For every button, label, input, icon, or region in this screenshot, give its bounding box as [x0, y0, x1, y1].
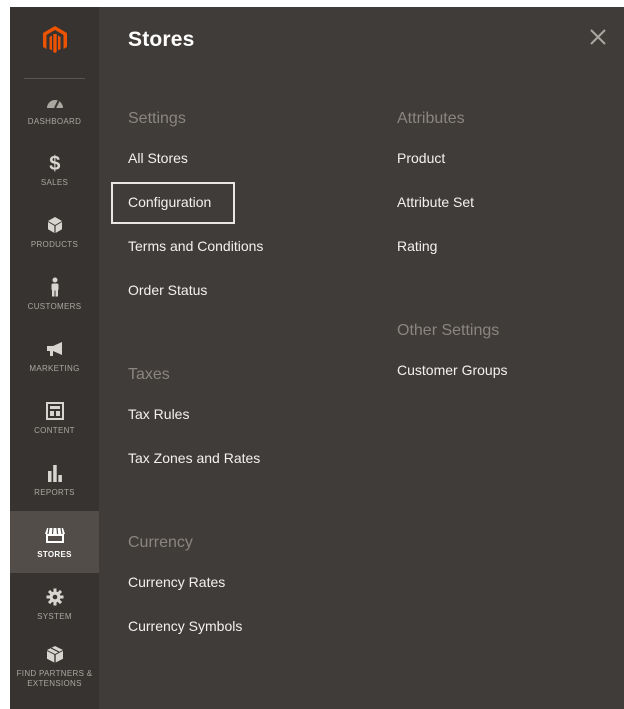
sidebar-item-stores[interactable]: STORES [10, 511, 99, 573]
section-title: Currency [128, 534, 193, 551]
section-taxes: Taxes Tax Rules Tax Zones and Rates [128, 363, 263, 493]
stores-menu-panel: Stores Settings All Stores Configuration… [99, 7, 624, 709]
section-attributes: Attributes Product Attribute Set Rating [397, 107, 507, 281]
megaphone-icon [44, 338, 66, 360]
section-title: Taxes [128, 366, 170, 383]
section-settings: Settings All Stores Configuration Terms … [111, 107, 263, 325]
section-title: Attributes [397, 110, 465, 127]
sidebar-item-label: PRODUCTS [30, 240, 79, 249]
box-icon [44, 643, 66, 665]
sidebar-item-label: FIND PARTNERS & EXTENSIONS [16, 669, 93, 688]
link-currency-symbols[interactable]: Currency Symbols [128, 617, 263, 661]
highlight-box [111, 182, 235, 224]
sidebar-item-marketing[interactable]: MARKETING [10, 325, 99, 387]
sidebar-item-sales[interactable]: $ SALES [10, 139, 99, 201]
logo-area [24, 7, 85, 79]
link-order-status[interactable]: Order Status [128, 281, 263, 325]
right-column: Attributes Product Attribute Set Rating … [397, 107, 507, 405]
person-icon [44, 276, 66, 298]
link-terms-and-conditions[interactable]: Terms and Conditions [128, 237, 263, 281]
admin-frame: DASHBOARD $ SALES PRODUCTS CUSTOMERS MAR… [10, 7, 624, 709]
svg-text:$: $ [49, 153, 60, 173]
dollar-icon: $ [44, 152, 66, 174]
storefront-icon [44, 524, 66, 546]
sidebar-item-label: CUSTOMERS [27, 302, 82, 311]
sidebar-item-label: MARKETING [29, 364, 80, 373]
layout-icon [44, 400, 66, 422]
link-tax-zones-and-rates[interactable]: Tax Zones and Rates [128, 449, 263, 493]
sidebar-item-label: SYSTEM [37, 612, 72, 621]
sidebar-item-customers[interactable]: CUSTOMERS [10, 263, 99, 325]
dashboard-icon [44, 91, 66, 113]
sidebar-item-label: STORES [37, 550, 72, 559]
section-title: Settings [128, 110, 186, 127]
sidebar-item-label: CONTENT [34, 426, 75, 435]
link-configuration[interactable]: Configuration [111, 182, 263, 237]
cube-icon [44, 214, 66, 236]
link-customer-groups[interactable]: Customer Groups [397, 361, 507, 405]
sidebar-item-label: REPORTS [34, 488, 75, 497]
section-title: Other Settings [397, 322, 500, 339]
left-column: Settings All Stores Configuration Terms … [111, 107, 263, 661]
link-rating[interactable]: Rating [397, 237, 507, 281]
bar-chart-icon [44, 462, 66, 484]
gear-icon [44, 586, 66, 608]
sidebar-item-reports[interactable]: REPORTS [10, 449, 99, 511]
link-currency-rates[interactable]: Currency Rates [128, 573, 263, 617]
panel-title: Stores [128, 28, 195, 51]
link-tax-rules[interactable]: Tax Rules [128, 405, 263, 449]
section-currency: Currency Currency Rates Currency Symbols [128, 531, 263, 661]
sidebar-item-content[interactable]: CONTENT [10, 387, 99, 449]
sidebar-item-label: DASHBOARD [27, 117, 82, 126]
admin-sidebar: DASHBOARD $ SALES PRODUCTS CUSTOMERS MAR… [10, 7, 99, 709]
sidebar-item-find-partners[interactable]: FIND PARTNERS & EXTENSIONS [10, 635, 99, 697]
sidebar-item-label: SALES [40, 178, 69, 187]
magento-logo-icon[interactable] [42, 25, 68, 60]
sidebar-item-products[interactable]: PRODUCTS [10, 201, 99, 263]
sidebar-item-system[interactable]: SYSTEM [10, 573, 99, 635]
link-attribute-set[interactable]: Attribute Set [397, 193, 507, 237]
sidebar-item-dashboard[interactable]: DASHBOARD [10, 79, 99, 139]
sidebar-nav: DASHBOARD $ SALES PRODUCTS CUSTOMERS MAR… [10, 79, 99, 697]
link-product[interactable]: Product [397, 149, 507, 193]
close-icon[interactable] [588, 27, 608, 47]
section-other-settings: Other Settings Customer Groups [397, 319, 507, 405]
